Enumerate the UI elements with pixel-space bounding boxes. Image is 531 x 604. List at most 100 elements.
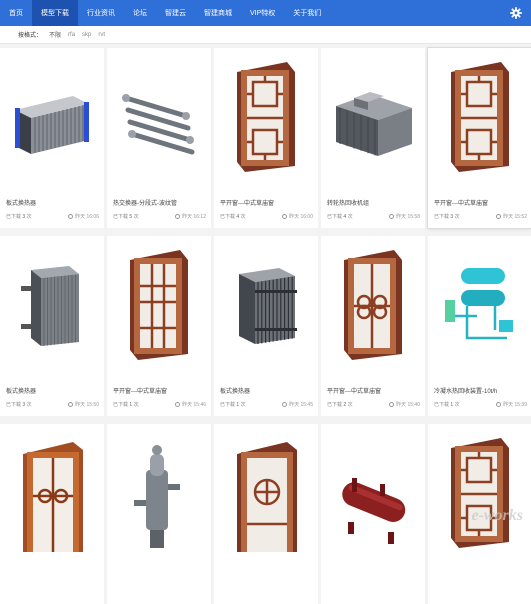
download-count: 已下载 2 次 xyxy=(327,401,353,408)
download-unit: 次 xyxy=(455,214,460,220)
chinese-window-icon[interactable] xyxy=(214,48,318,186)
download-unit: 次 xyxy=(27,402,32,408)
upload-time: 昨天 16:12 xyxy=(175,213,206,220)
model-card[interactable] xyxy=(214,424,318,604)
download-unit: 次 xyxy=(455,402,460,408)
model-card[interactable]: 热交换器-分段式-波纹管已下载 5 次昨天 16:12 xyxy=(107,48,211,228)
nav-item-about[interactable]: 关于我们 xyxy=(284,0,330,26)
model-name[interactable]: 板式换热器 xyxy=(220,386,250,395)
model-name[interactable]: 板式换热器 xyxy=(6,198,36,207)
upload-time: 昨天 15:52 xyxy=(496,213,527,220)
download-count: 已下载 1 次 xyxy=(434,401,460,408)
download-count-value: 2 xyxy=(343,402,346,408)
upload-time-text: 昨天 15:45 xyxy=(289,401,313,408)
download-label: 已下载 xyxy=(113,402,128,408)
download-unit: 次 xyxy=(348,402,353,408)
download-unit: 次 xyxy=(134,402,139,408)
model-card[interactable]: 平开窗---中式草庙窗已下载 2 次 昨天 15:40 xyxy=(321,236,425,416)
download-label: 已下载 xyxy=(220,402,235,408)
clock-icon xyxy=(68,402,73,407)
window-grid-icon[interactable] xyxy=(107,236,211,374)
download-label: 已下载 xyxy=(434,214,449,220)
download-count: 已下载 3 次 xyxy=(6,401,32,408)
model-card[interactable]: 转轮热回收机组已下载 4 次昨天 15:58 xyxy=(321,48,425,228)
chinese-window-icon[interactable] xyxy=(428,48,531,186)
upload-time: 昨天 15:46 xyxy=(175,401,206,408)
nav-item-mall[interactable]: 智建商城 xyxy=(195,0,241,26)
clock-icon xyxy=(282,402,287,407)
plate-exchanger-gray-icon[interactable] xyxy=(0,236,104,374)
clock-icon xyxy=(496,402,501,407)
heat-recovery-unit-icon[interactable] xyxy=(321,48,425,186)
clock-icon xyxy=(389,214,394,219)
model-name[interactable]: 转轮热回收机组 xyxy=(327,198,369,207)
filter-label: 按格式： xyxy=(18,30,42,39)
model-name[interactable]: 热交换器-分段式-波纹管 xyxy=(113,198,177,207)
plate-exchanger-icon[interactable] xyxy=(0,48,104,186)
model-name[interactable]: 冷凝水热回收装置-10t/h xyxy=(434,386,497,395)
wood-window-icon[interactable] xyxy=(0,424,104,562)
model-name[interactable]: 板式换热器 xyxy=(6,386,36,395)
format-filter: 按格式： 不限 rfa skp rvt xyxy=(0,26,531,44)
plate-exchanger-frame-icon[interactable] xyxy=(214,236,318,374)
upload-time: 昨天 15:40 xyxy=(389,401,420,408)
clock-icon xyxy=(389,402,394,407)
gear-icon[interactable] xyxy=(509,6,523,20)
download-label: 已下载 xyxy=(327,402,342,408)
model-card[interactable]: 板式换热器已下载 3 次 昨天 16:06 xyxy=(0,48,104,228)
model-card[interactable]: 平开窗---中式草庙窗已下载 3 次 昨天 15:52 xyxy=(428,48,531,228)
download-count-value: 3 xyxy=(450,214,453,220)
upload-time-text: 昨天 15:46 xyxy=(182,401,206,408)
clock-icon xyxy=(496,214,501,219)
upload-time: 昨天 15:45 xyxy=(282,401,313,408)
filter-option-any[interactable]: 不限 xyxy=(49,30,61,39)
download-count: 已下载 3 次 xyxy=(434,213,460,220)
model-card[interactable] xyxy=(107,424,211,604)
window-round-icon[interactable] xyxy=(321,236,425,374)
filter-option-skp[interactable]: skp xyxy=(82,32,91,38)
download-label: 已下载 xyxy=(6,214,21,220)
model-card[interactable]: 平开窗---中式草庙窗已下载 1 次昨天 15:46 xyxy=(107,236,211,416)
model-card[interactable]: 冷凝水热回收装置-10t/h 已下载 1 次 昨天 15:39 xyxy=(428,236,531,416)
nav-item-home[interactable]: 首页 xyxy=(0,0,32,26)
model-name[interactable]: 平开窗---中式草庙窗 xyxy=(113,386,167,395)
model-name[interactable]: 平开窗---中式草庙窗 xyxy=(327,386,381,395)
download-label: 已下载 xyxy=(434,402,449,408)
nav-item-vip[interactable]: VIP特权 xyxy=(241,0,284,26)
download-unit: 次 xyxy=(241,214,246,220)
upload-time: 昨天 15:58 xyxy=(389,213,420,220)
filter-option-rfa[interactable]: rfa xyxy=(68,32,75,38)
upload-time-text: 昨天 15:52 xyxy=(503,213,527,220)
chinese-window-icon[interactable] xyxy=(428,424,531,562)
download-label: 已下载 xyxy=(220,214,235,220)
model-card[interactable] xyxy=(321,424,425,604)
model-card[interactable]: 板式换热器已下载 3 次 昨天 15:50 xyxy=(0,236,104,416)
upload-time: 昨天 16:06 xyxy=(68,213,99,220)
filter-option-rvt[interactable]: rvt xyxy=(98,32,105,38)
model-name[interactable]: 平开窗---中式草庙窗 xyxy=(434,198,488,207)
download-count-value: 5 xyxy=(129,214,132,220)
download-unit: 次 xyxy=(27,214,32,220)
nav-item-forum[interactable]: 论坛 xyxy=(124,0,156,26)
upload-time-text: 昨天 15:39 xyxy=(503,401,527,408)
model-name[interactable]: 平开窗---中式草庙窗 xyxy=(220,198,274,207)
nav-item-model-download[interactable]: 模型下载 xyxy=(32,0,78,26)
nav-item-cloud[interactable]: 智建云 xyxy=(156,0,195,26)
upload-time: 昨天 15:50 xyxy=(68,401,99,408)
clock-icon xyxy=(282,214,287,219)
download-unit: 次 xyxy=(241,402,246,408)
upload-time-text: 昨天 15:40 xyxy=(396,401,420,408)
model-card[interactable] xyxy=(0,424,104,604)
red-tank-icon[interactable] xyxy=(321,424,425,562)
upload-time-text: 昨天 16:12 xyxy=(182,213,206,220)
model-card[interactable]: 板式换热器已下载 1 次昨天 15:45 xyxy=(214,236,318,416)
download-count: 已下载 4 次 xyxy=(220,213,246,220)
window-circle-icon[interactable] xyxy=(214,424,318,562)
condensate-recovery-icon[interactable] xyxy=(428,236,531,374)
deaerator-icon[interactable] xyxy=(107,424,211,562)
nav-item-news[interactable]: 行业资讯 xyxy=(78,0,124,26)
tube-exchanger-icon[interactable] xyxy=(107,48,211,186)
model-card[interactable]: 平开窗---中式草庙窗已下载 4 次昨天 16:00 xyxy=(214,48,318,228)
download-count: 已下载 3 次 xyxy=(6,213,32,220)
download-unit: 次 xyxy=(134,214,139,220)
